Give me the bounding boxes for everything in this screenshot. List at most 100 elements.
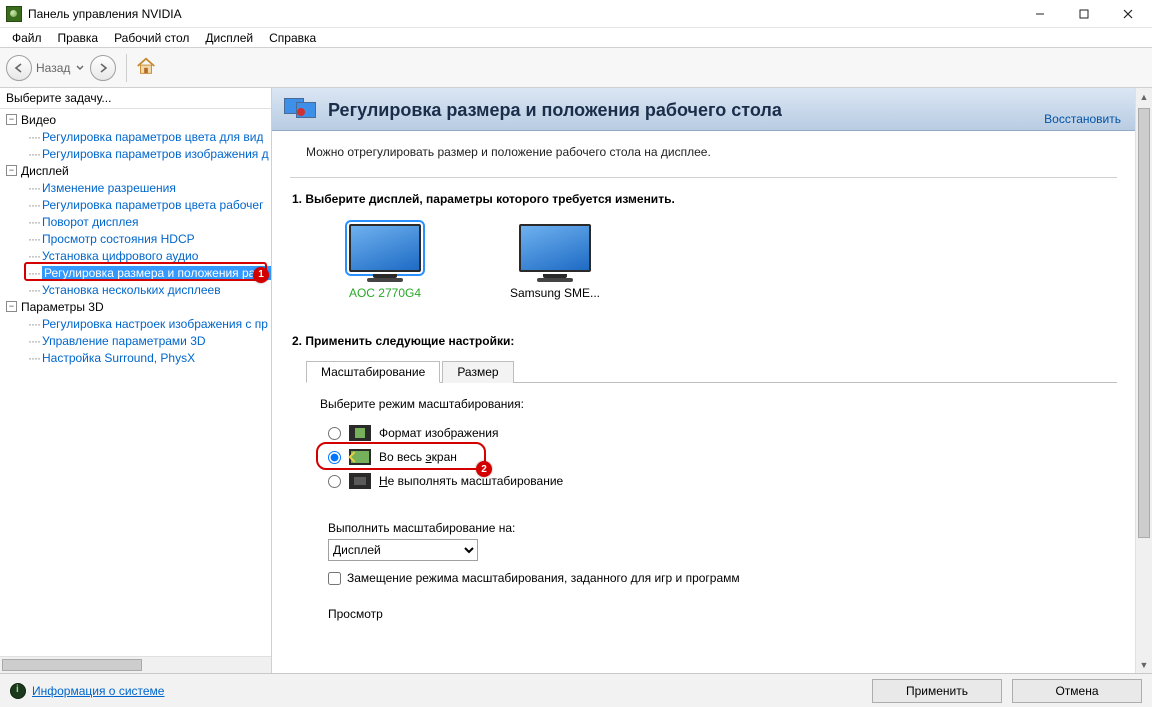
footer-bar: Информация о системе Применить Отмена: [0, 673, 1152, 707]
arrow-right-icon: [97, 62, 109, 74]
monitor-icon: [519, 224, 591, 272]
info-icon: [10, 683, 26, 699]
collapse-icon[interactable]: −: [6, 114, 17, 125]
task-tree[interactable]: − Видео ····Регулировка параметров цвета…: [0, 109, 271, 656]
tree-item-label: Регулировка параметров изображения д: [42, 147, 269, 161]
task-sidebar: Выберите задачу... − Видео ····Регулиров…: [0, 88, 272, 673]
menu-display[interactable]: Дисплей: [197, 29, 261, 47]
back-button[interactable]: [6, 55, 32, 81]
display-label: AOC 2770G4: [330, 286, 440, 300]
radio-label: Формат изображения: [379, 426, 498, 440]
settings-tabs: Масштабирование Размер: [306, 360, 1117, 383]
back-label: Назад: [36, 61, 70, 75]
override-scaling-label: Замещение режима масштабирования, заданн…: [347, 571, 740, 585]
minimize-icon: [1035, 9, 1045, 19]
scrollbar-thumb[interactable]: [1138, 108, 1150, 538]
display-label: Samsung SME...: [500, 286, 610, 300]
menu-edit[interactable]: Правка: [50, 29, 107, 47]
main-panel: Регулировка размера и положения рабочего…: [272, 88, 1152, 673]
tree-category-display[interactable]: − Дисплей: [0, 162, 271, 179]
sidebar-horizontal-scrollbar[interactable]: [0, 656, 271, 673]
forward-button[interactable]: [90, 55, 116, 81]
radio-input[interactable]: [328, 427, 341, 440]
tree-item-label: Регулировка параметров цвета рабочег: [42, 198, 264, 212]
perform-scaling-on-select[interactable]: Дисплей: [328, 539, 478, 561]
monitor-icon: [349, 224, 421, 272]
tree-item[interactable]: ····Управление параметрами 3D: [0, 332, 271, 349]
display-picker: AOC 2770G4 Samsung SME...: [290, 218, 1117, 300]
radio-no-scaling[interactable]: Не выполнять масштабирование: [320, 469, 1117, 493]
radio-input[interactable]: [328, 451, 341, 464]
step1-title: 1. Выберите дисплей, параметры которого …: [292, 192, 1117, 206]
scroll-up-icon[interactable]: ▲: [1136, 88, 1152, 105]
tree-item[interactable]: ····Регулировка настроек изображения с п…: [0, 315, 271, 332]
display-option-1[interactable]: AOC 2770G4: [330, 224, 440, 300]
tree-item-selected[interactable]: ····Регулировка размера и положения рабо: [0, 264, 271, 281]
tree-category-label: Параметры 3D: [21, 300, 104, 314]
radio-fullscreen[interactable]: Во весь экран: [320, 445, 1117, 469]
collapse-icon[interactable]: −: [6, 301, 17, 312]
sidebar-header: Выберите задачу...: [0, 88, 271, 109]
system-info-link[interactable]: Информация о системе: [32, 684, 164, 698]
home-button[interactable]: [135, 55, 157, 80]
radio-input[interactable]: [328, 475, 341, 488]
close-button[interactable]: [1106, 0, 1150, 28]
toolbar-separator: [126, 54, 127, 82]
step2-title: 2. Применить следующие настройки:: [292, 334, 1117, 348]
radio-label: Не выполнять масштабирование: [379, 474, 563, 488]
restore-defaults-link[interactable]: Восстановить: [1044, 112, 1121, 126]
menu-help[interactable]: Справка: [261, 29, 324, 47]
tree-item-label: Регулировка размера и положения рабо: [42, 266, 271, 280]
collapse-icon[interactable]: −: [6, 165, 17, 176]
maximize-button[interactable]: [1062, 0, 1106, 28]
menu-file[interactable]: Файл: [4, 29, 50, 47]
page-description: Можно отрегулировать размер и положение …: [272, 131, 1135, 177]
tab-scaling[interactable]: Масштабирование: [306, 361, 440, 383]
back-history-dropdown[interactable]: [74, 55, 86, 81]
tab-scaling-body: Выберите режим масштабирования: Формат и…: [290, 383, 1117, 621]
page-header: Регулировка размера и положения рабочего…: [272, 88, 1135, 131]
menu-desktop[interactable]: Рабочий стол: [106, 29, 197, 47]
toolbar: Назад: [0, 48, 1152, 88]
tree-item[interactable]: ····Настройка Surround, PhysX: [0, 349, 271, 366]
radio-aspect-ratio[interactable]: Формат изображения: [320, 421, 1117, 445]
scroll-down-icon[interactable]: ▼: [1136, 656, 1152, 673]
tree-item[interactable]: ····Регулировка параметров цвета рабочег: [0, 196, 271, 213]
arrow-left-icon: [13, 62, 25, 74]
tree-item-label: Регулировка параметров цвета для вид: [42, 130, 263, 144]
tree-category-label: Дисплей: [21, 164, 69, 178]
tree-item-label: Установка цифрового аудио: [42, 249, 198, 263]
tree-item-label: Управление параметрами 3D: [42, 334, 206, 348]
menu-bar: Файл Правка Рабочий стол Дисплей Справка: [0, 28, 1152, 48]
tree-category-video[interactable]: − Видео: [0, 111, 271, 128]
tree-item[interactable]: ····Регулировка параметров цвета для вид: [0, 128, 271, 145]
tree-item[interactable]: ····Поворот дисплея: [0, 213, 271, 230]
main-vertical-scrollbar[interactable]: ▲ ▼: [1135, 88, 1152, 673]
tree-item-label: Просмотр состояния HDCP: [42, 232, 195, 246]
override-scaling-checkbox[interactable]: [328, 572, 341, 585]
override-scaling-checkbox-row[interactable]: Замещение режима масштабирования, заданн…: [320, 571, 1117, 585]
tree-category-label: Видео: [21, 113, 56, 127]
tree-item-label: Установка нескольких дисплеев: [42, 283, 221, 297]
tree-category-3d[interactable]: − Параметры 3D: [0, 298, 271, 315]
perform-scaling-on-label: Выполнить масштабирование на:: [328, 521, 1117, 535]
chevron-down-icon: [76, 64, 84, 72]
tree-item[interactable]: ····Регулировка параметров изображения д: [0, 145, 271, 162]
display-option-2[interactable]: Samsung SME...: [500, 224, 610, 300]
scaling-mode-heading: Выберите режим масштабирования:: [320, 397, 1117, 411]
tree-item[interactable]: ····Просмотр состояния HDCP: [0, 230, 271, 247]
window-title: Панель управления NVIDIA: [28, 7, 182, 21]
radio-label: Во весь экран: [379, 450, 457, 464]
tree-item[interactable]: ····Установка нескольких дисплеев: [0, 281, 271, 298]
minimize-button[interactable]: [1018, 0, 1062, 28]
apply-button[interactable]: Применить: [872, 679, 1002, 703]
tab-size[interactable]: Размер: [442, 361, 513, 383]
cancel-button[interactable]: Отмена: [1012, 679, 1142, 703]
tree-item[interactable]: ····Установка цифрового аудио: [0, 247, 271, 264]
tree-item[interactable]: ····Изменение разрешения: [0, 179, 271, 196]
tree-item-label: Поворот дисплея: [42, 215, 139, 229]
scrollbar-thumb[interactable]: [2, 659, 142, 671]
fullscreen-icon: [349, 449, 371, 465]
page-header-icon: [284, 96, 318, 124]
tree-item-label: Регулировка настроек изображения с пр: [42, 317, 268, 331]
